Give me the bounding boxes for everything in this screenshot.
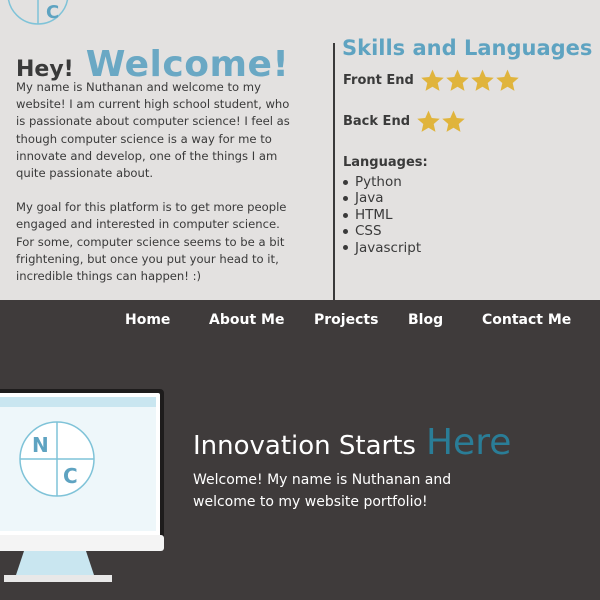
back-end-stars [416, 109, 466, 134]
list-item: HTML [343, 207, 421, 223]
star-icon [417, 110, 440, 132]
about-section: C Hey! Welcome! My name is Nuthanan and … [0, 0, 600, 300]
hero-title-part-1: Innovation Starts [193, 431, 416, 461]
language-name: Javascript [355, 239, 422, 256]
bullet-icon [343, 228, 348, 234]
back-end-label: Back End [343, 114, 410, 129]
skills-title: Skills and Languages [342, 36, 593, 60]
nav-about-me[interactable]: About Me [209, 312, 284, 328]
vertical-divider [333, 43, 335, 300]
nav-home[interactable]: Home [125, 312, 170, 328]
bullet-icon [343, 245, 348, 251]
list-item: Javascript [343, 240, 421, 256]
star-icon [471, 69, 494, 91]
nav-blog[interactable]: Blog [408, 312, 443, 328]
bullet-icon [343, 179, 348, 185]
front-end-stars [420, 68, 520, 93]
list-item: Python [343, 174, 421, 190]
star-icon [421, 69, 444, 91]
front-end-skill: Front End [343, 68, 520, 93]
language-name: Python [355, 174, 402, 190]
logo-letter-c: C [63, 464, 78, 488]
languages-title: Languages: [343, 155, 428, 170]
list-item: CSS [343, 223, 421, 239]
bullet-icon [343, 212, 348, 218]
main-nav: Home About Me Projects Blog Contact Me [0, 300, 600, 340]
nav-contact-me[interactable]: Contact Me [482, 312, 571, 328]
nav-projects[interactable]: Projects [314, 312, 378, 328]
back-end-skill: Back End [343, 109, 466, 134]
star-icon [446, 69, 469, 91]
star-icon [442, 110, 465, 132]
front-end-label: Front End [343, 73, 414, 88]
monitor-icon: N C [0, 389, 164, 582]
hero-title: Innovation Starts Here [193, 422, 511, 463]
intro-paragraph-2: My goal for this platform is to get more… [16, 200, 287, 284]
hero-subtitle: Welcome! My name is Nuthanan and welcome… [193, 472, 452, 510]
logo-icon: C [7, 0, 69, 25]
language-name: HTML [355, 206, 393, 223]
language-name: Java [355, 190, 384, 207]
language-name: CSS [355, 223, 382, 240]
intro-text: My name is Nuthanan and welcome to my we… [16, 79, 296, 285]
star-icon [496, 69, 519, 91]
hero-title-part-2: Here [425, 422, 512, 463]
logo-letter-n: N [32, 433, 49, 457]
intro-paragraph-1: My name is Nuthanan and welcome to my we… [16, 80, 290, 181]
bullet-icon [343, 196, 348, 202]
nc-logo-icon: N C [19, 421, 95, 497]
languages-list: Python Java HTML CSS Javascript [343, 174, 421, 256]
logo-letter: C [46, 2, 59, 23]
list-item: Java [343, 190, 421, 206]
